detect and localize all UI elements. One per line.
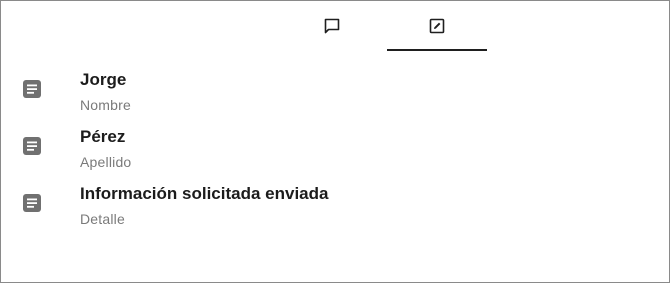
document-icon	[23, 80, 41, 98]
chat-bubble-icon	[324, 18, 340, 34]
list-item: Información solicitada enviada Detalle	[1, 179, 669, 233]
document-icon	[23, 137, 41, 155]
tab-comments[interactable]	[283, 1, 381, 51]
list-item: Jorge Nombre	[1, 65, 669, 119]
field-label: Apellido	[80, 154, 132, 170]
field-value: Pérez	[80, 127, 126, 146]
field-value: Jorge	[80, 70, 127, 89]
field-label: Nombre	[80, 97, 131, 113]
edit-square-icon	[429, 18, 445, 34]
document-icon	[23, 194, 41, 212]
panel: Jorge Nombre Pérez Apellido Información …	[0, 0, 670, 283]
active-tab-indicator	[387, 49, 487, 51]
field-value: Información solicitada enviada	[80, 184, 329, 203]
field-label: Detalle	[80, 211, 125, 227]
tab-edit[interactable]	[387, 1, 487, 51]
list-item: Pérez Apellido	[1, 122, 669, 176]
